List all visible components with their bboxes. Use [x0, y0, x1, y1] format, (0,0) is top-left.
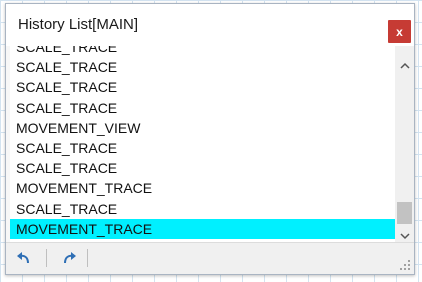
redo-icon [64, 252, 76, 264]
close-button[interactable]: x [388, 20, 411, 43]
redo-button[interactable] [59, 248, 81, 268]
resize-grip-icon[interactable] [399, 259, 411, 271]
history-list-item[interactable]: SCALE_TRACE [10, 98, 398, 118]
window-titlebar[interactable]: History List[MAIN] x [6, 4, 414, 46]
history-list-item[interactable]: SCALE_TRACE [10, 77, 398, 97]
history-list-item[interactable]: SCALE_TRACE [10, 199, 398, 219]
history-list-item[interactable]: MOVEMENT_TRACE [10, 178, 398, 198]
undo-icon [17, 252, 29, 264]
history-list-item[interactable]: SCALE_TRACE [10, 138, 398, 158]
chevron-up-icon [399, 62, 410, 69]
vertical-scrollbar[interactable] [395, 46, 414, 245]
history-list-item[interactable]: SCALE_TRACE [10, 57, 398, 77]
undo-button[interactable] [12, 248, 34, 268]
history-list[interactable]: SCALE_TRACE SCALE_TRACE SCALE_TRACE SCALE_T… [10, 46, 398, 245]
window-title: History List[MAIN] [18, 16, 139, 33]
history-list-window: History List[MAIN] x SCALE_TRACE SCALE_TR… [5, 3, 415, 275]
history-toolbar [6, 242, 414, 274]
toolbar-separator [46, 249, 47, 267]
history-list-item[interactable]: MOVEMENT_TRACE [10, 218, 398, 239]
scroll-thumb[interactable] [397, 202, 412, 224]
history-list-item[interactable]: SCALE_TRACE [10, 46, 398, 57]
scroll-up-button[interactable] [395, 56, 414, 74]
chevron-down-icon [399, 232, 410, 239]
history-list-item[interactable]: MOVEMENT_VIEW [10, 118, 398, 138]
toolbar-separator [87, 249, 88, 267]
history-list-item[interactable]: SCALE_TRACE [10, 158, 398, 178]
